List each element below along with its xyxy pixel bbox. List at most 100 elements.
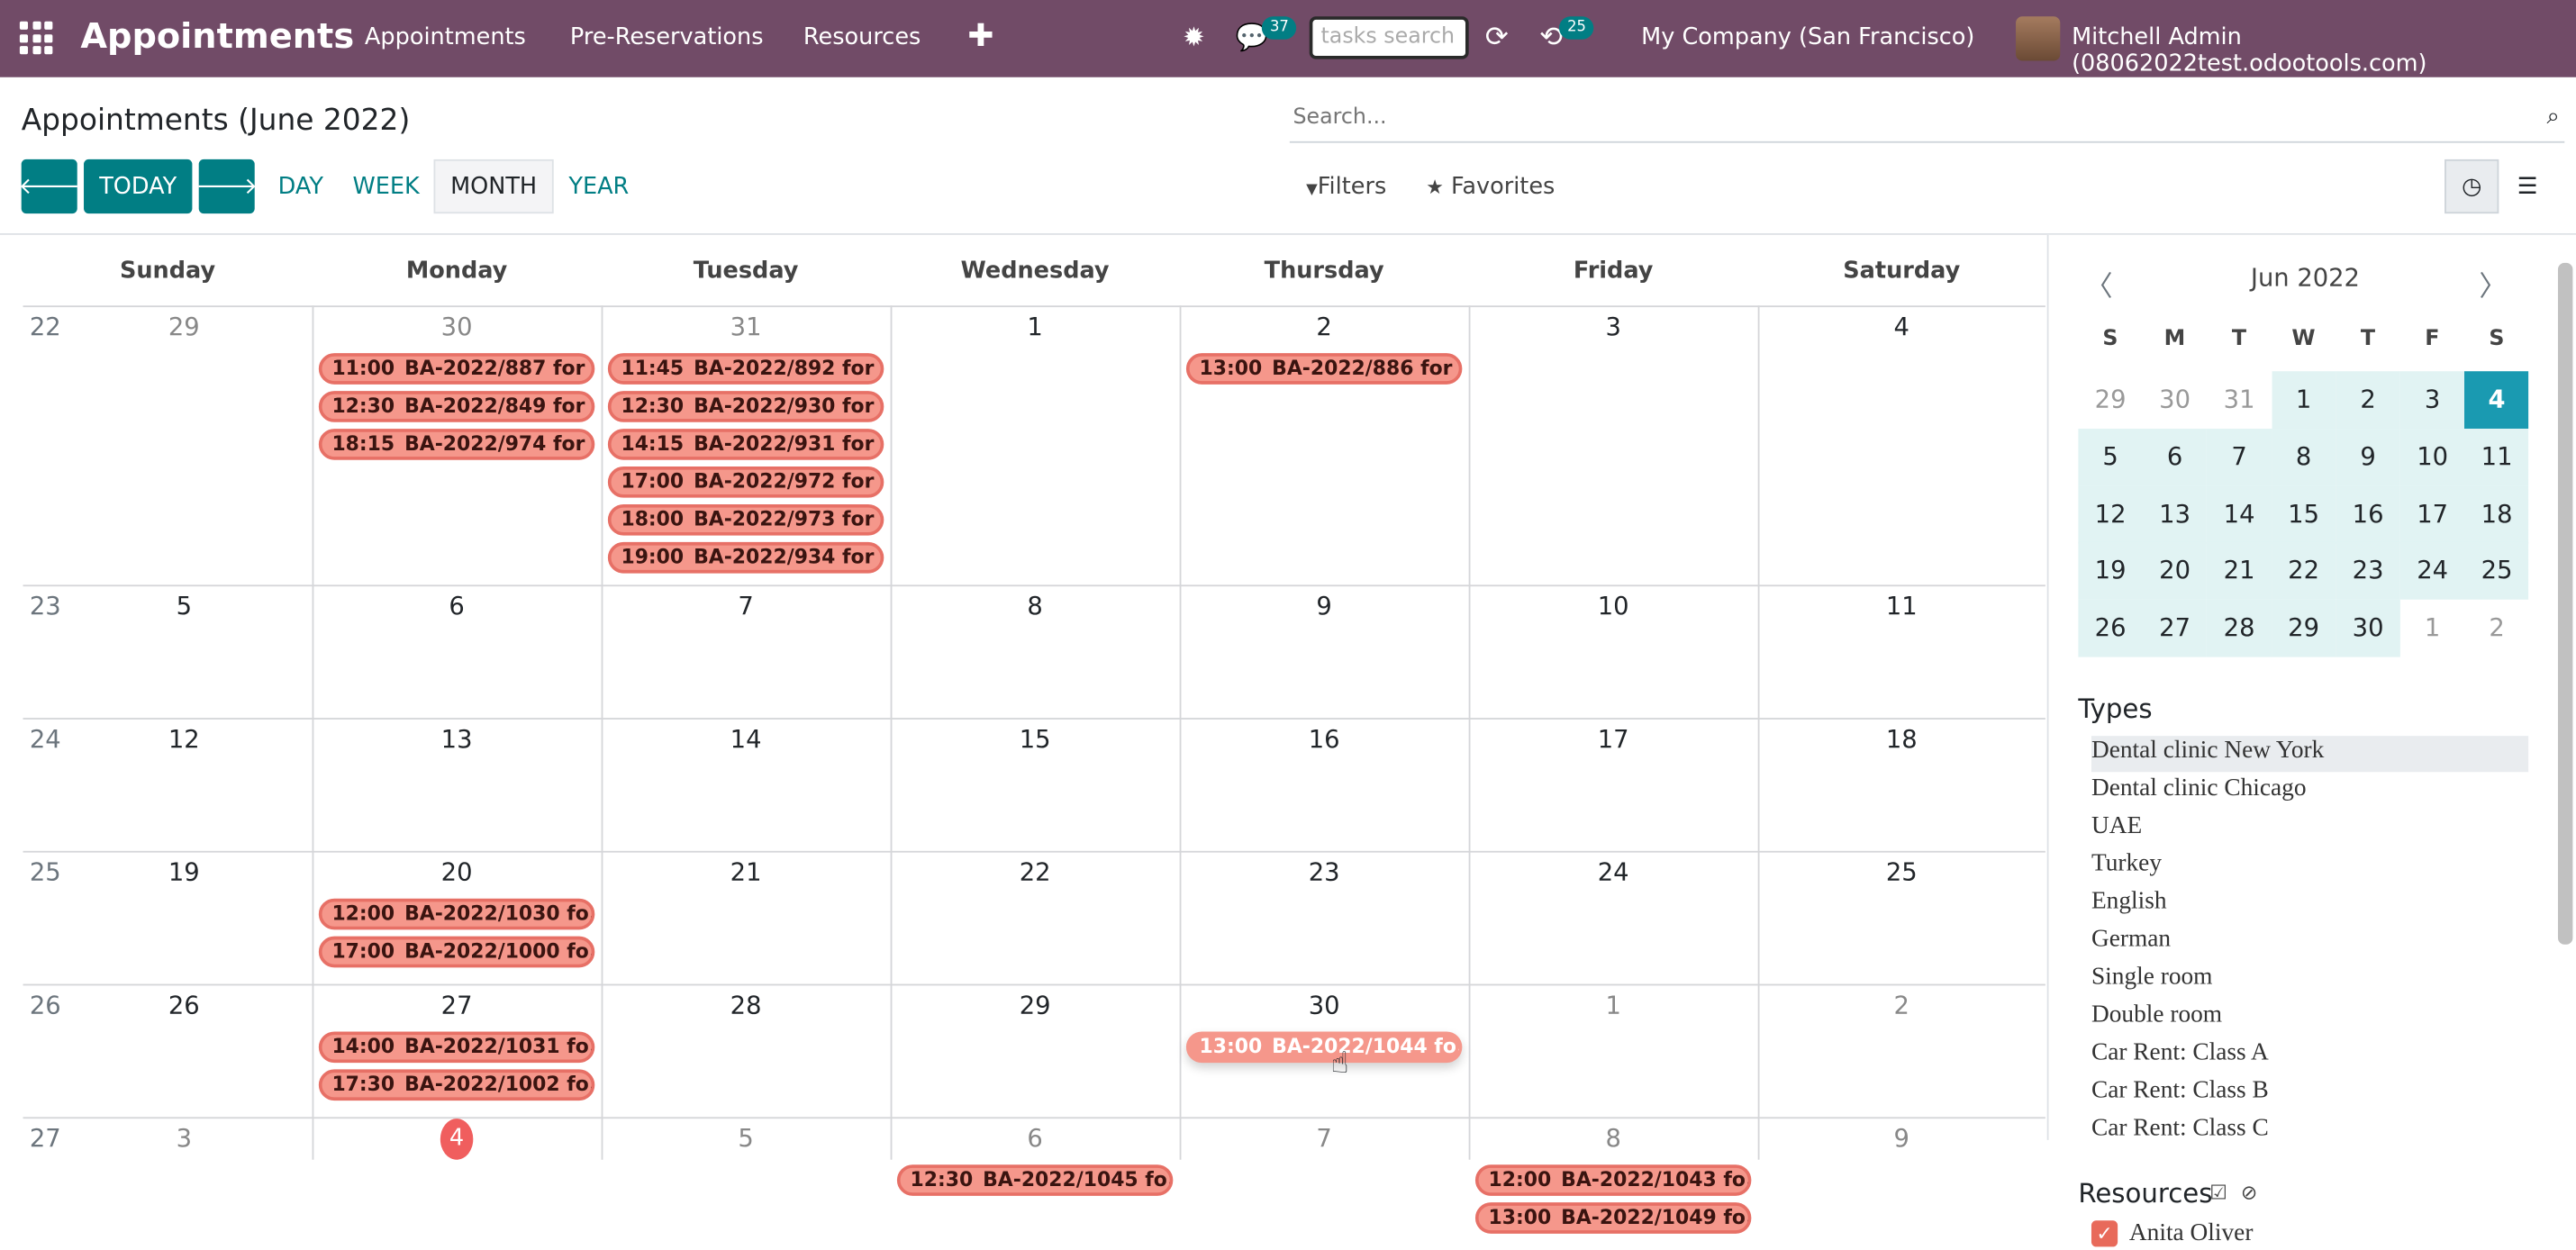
mini-next-month-icon[interactable]: 〉 [2479, 263, 2507, 303]
day-number[interactable]: 14 [713, 724, 779, 754]
mini-day[interactable]: 12 [2078, 485, 2143, 544]
avatar[interactable] [2016, 16, 2061, 61]
day-number[interactable]: 8 [1581, 1124, 1646, 1154]
day-number[interactable]: 8 [1002, 592, 1068, 621]
calendar-event[interactable]: 11:00 BA-2022/887 for ... [318, 353, 595, 385]
menu-pre-reservations[interactable]: Pre-Reservations [570, 24, 764, 50]
day-number[interactable]: 4 [1869, 312, 1935, 342]
calendar-event[interactable]: 17:00 BA-2022/972 for ... [607, 466, 884, 498]
search-icon[interactable]: ⌕ [2546, 104, 2559, 130]
calendar-view-button[interactable]: ◷ [2444, 159, 2499, 214]
search-input[interactable] [1289, 93, 2440, 140]
mini-day[interactable]: 14 [2207, 485, 2272, 544]
calendar-event[interactable]: 12:30 BA-2022/849 for ... [318, 391, 595, 422]
calendar-event[interactable]: 14:15 BA-2022/931 for ... [607, 429, 884, 460]
day-number[interactable]: 7 [1292, 1124, 1357, 1154]
mini-day[interactable]: 17 [2399, 485, 2465, 544]
day-number[interactable]: 6 [1002, 1124, 1068, 1154]
day-number[interactable]: 9 [1292, 592, 1357, 621]
day-number[interactable]: 11 [1869, 592, 1935, 621]
day-number[interactable]: 26 [151, 991, 217, 1020]
mini-day[interactable]: 4 [2464, 371, 2529, 430]
day-number[interactable]: 5 [713, 1124, 779, 1154]
bug-icon[interactable]: ✹ [1183, 22, 1204, 53]
mini-day[interactable]: 23 [2336, 542, 2400, 601]
day-number[interactable]: 17 [1581, 724, 1646, 754]
day-number[interactable]: 24 [1581, 857, 1646, 887]
day-number[interactable]: 22 [1002, 857, 1068, 887]
mini-day[interactable]: 20 [2142, 542, 2208, 601]
day-number[interactable]: 31 [713, 312, 779, 342]
calendar-event[interactable]: 19:00 BA-2022/934 for ... [607, 541, 884, 574]
day-number[interactable]: 30 [1292, 991, 1357, 1020]
day-number[interactable]: 1 [1581, 991, 1646, 1020]
calendar-event[interactable]: 12:30 BA-2022/1045 fo... [896, 1164, 1174, 1196]
app-switcher-icon[interactable] [19, 21, 53, 55]
mini-day[interactable]: 30 [2336, 600, 2400, 657]
today-button[interactable]: TODAY [84, 159, 193, 214]
calendar-event[interactable]: 13:00 BA-2022/1049 fo... [1474, 1202, 1752, 1234]
day-number[interactable]: 7 [713, 592, 779, 621]
resource-item[interactable]: Anita Oliver [2129, 1220, 2254, 1248]
mini-day[interactable]: 2 [2336, 371, 2400, 430]
calendar-event[interactable]: 11:45 BA-2022/892 for ... [607, 353, 884, 385]
refresh-icon[interactable]: ⟳ [1485, 22, 1509, 54]
day-number[interactable]: 19 [151, 857, 217, 887]
mini-day[interactable]: 6 [2142, 428, 2208, 486]
mini-day[interactable]: 5 [2078, 428, 2143, 486]
mini-day[interactable]: 30 [2143, 371, 2207, 429]
calendar-event[interactable]: 12:00 BA-2022/1030 fo... [318, 898, 595, 930]
mini-day[interactable]: 29 [2078, 371, 2142, 429]
scale-week-button[interactable]: WEEK [341, 159, 430, 213]
day-number[interactable]: 20 [424, 857, 490, 887]
mini-day[interactable]: 29 [2271, 600, 2336, 657]
mini-prev-month-icon[interactable]: 〈 [2085, 263, 2113, 303]
type-item[interactable]: Single room [2091, 965, 2213, 992]
user-menu[interactable]: Mitchell Admin (08062022test.odootools.c… [2072, 24, 2576, 77]
type-item[interactable]: Dental clinic Chicago [2091, 775, 2307, 803]
calendar-event[interactable]: 14:00 BA-2022/1031 fo... [318, 1031, 595, 1064]
scrollbar[interactable] [2557, 262, 2573, 945]
calendar-event[interactable]: 17:00 BA-2022/1000 fo... [318, 936, 595, 968]
calendar-event[interactable]: 13:00 BA-2022/886 for ... [1185, 353, 1463, 385]
tasks-search-input[interactable]: tasks search [1309, 16, 1469, 59]
company-switcher[interactable]: My Company (San Francisco) [1641, 24, 1974, 50]
mini-day[interactable]: 18 [2464, 485, 2529, 544]
mini-day[interactable]: 1 [2271, 371, 2336, 430]
mini-day[interactable]: 1 [2400, 600, 2464, 657]
day-number[interactable]: 13 [424, 724, 490, 754]
type-item[interactable]: German [2091, 927, 2171, 955]
mini-day[interactable]: 28 [2207, 600, 2272, 657]
scale-day-button[interactable]: DAY [268, 159, 333, 213]
list-view-button[interactable]: ☰ [2500, 159, 2554, 213]
app-brand[interactable]: Appointments [80, 16, 354, 56]
previous-button[interactable]: 🡐 [18, 159, 80, 214]
check-icon[interactable]: ✓ [2091, 1220, 2118, 1247]
type-item[interactable]: UAE [2091, 813, 2142, 841]
type-item[interactable]: Car Rent: Class C [2091, 1115, 2269, 1143]
day-number[interactable]: 2 [1869, 991, 1935, 1020]
mini-day[interactable]: 3 [2399, 371, 2465, 430]
mini-day[interactable]: 8 [2271, 428, 2336, 486]
type-item[interactable]: Car Rent: Class B [2091, 1078, 2269, 1106]
day-number[interactable]: 10 [1581, 592, 1646, 621]
menu-appointments[interactable]: Appointments [365, 24, 526, 50]
day-number[interactable]: 29 [1002, 991, 1068, 1020]
mini-day[interactable]: 13 [2142, 485, 2208, 544]
mini-day[interactable]: 21 [2207, 542, 2272, 601]
day-number[interactable]: 18 [1869, 724, 1935, 754]
type-item[interactable]: Dental clinic New York [2091, 738, 2324, 765]
calendar-event[interactable]: 13:00 BA-2022/1044 fo... [1185, 1031, 1463, 1064]
mini-day[interactable]: 31 [2207, 371, 2271, 429]
mini-day[interactable]: 27 [2142, 600, 2208, 657]
day-number[interactable]: 3 [151, 1124, 217, 1154]
calendar-event[interactable]: 12:30 BA-2022/930 for ... [607, 391, 884, 422]
mini-day[interactable]: 15 [2271, 485, 2336, 544]
mini-day[interactable]: 9 [2336, 428, 2400, 486]
day-number[interactable]: 12 [151, 724, 217, 754]
mini-day[interactable]: 26 [2078, 600, 2143, 657]
scale-month-button[interactable]: MONTH [433, 159, 554, 214]
day-number[interactable]: 3 [1581, 312, 1646, 342]
next-button[interactable]: 🡒 [195, 159, 258, 214]
day-number[interactable]: 29 [151, 312, 217, 342]
